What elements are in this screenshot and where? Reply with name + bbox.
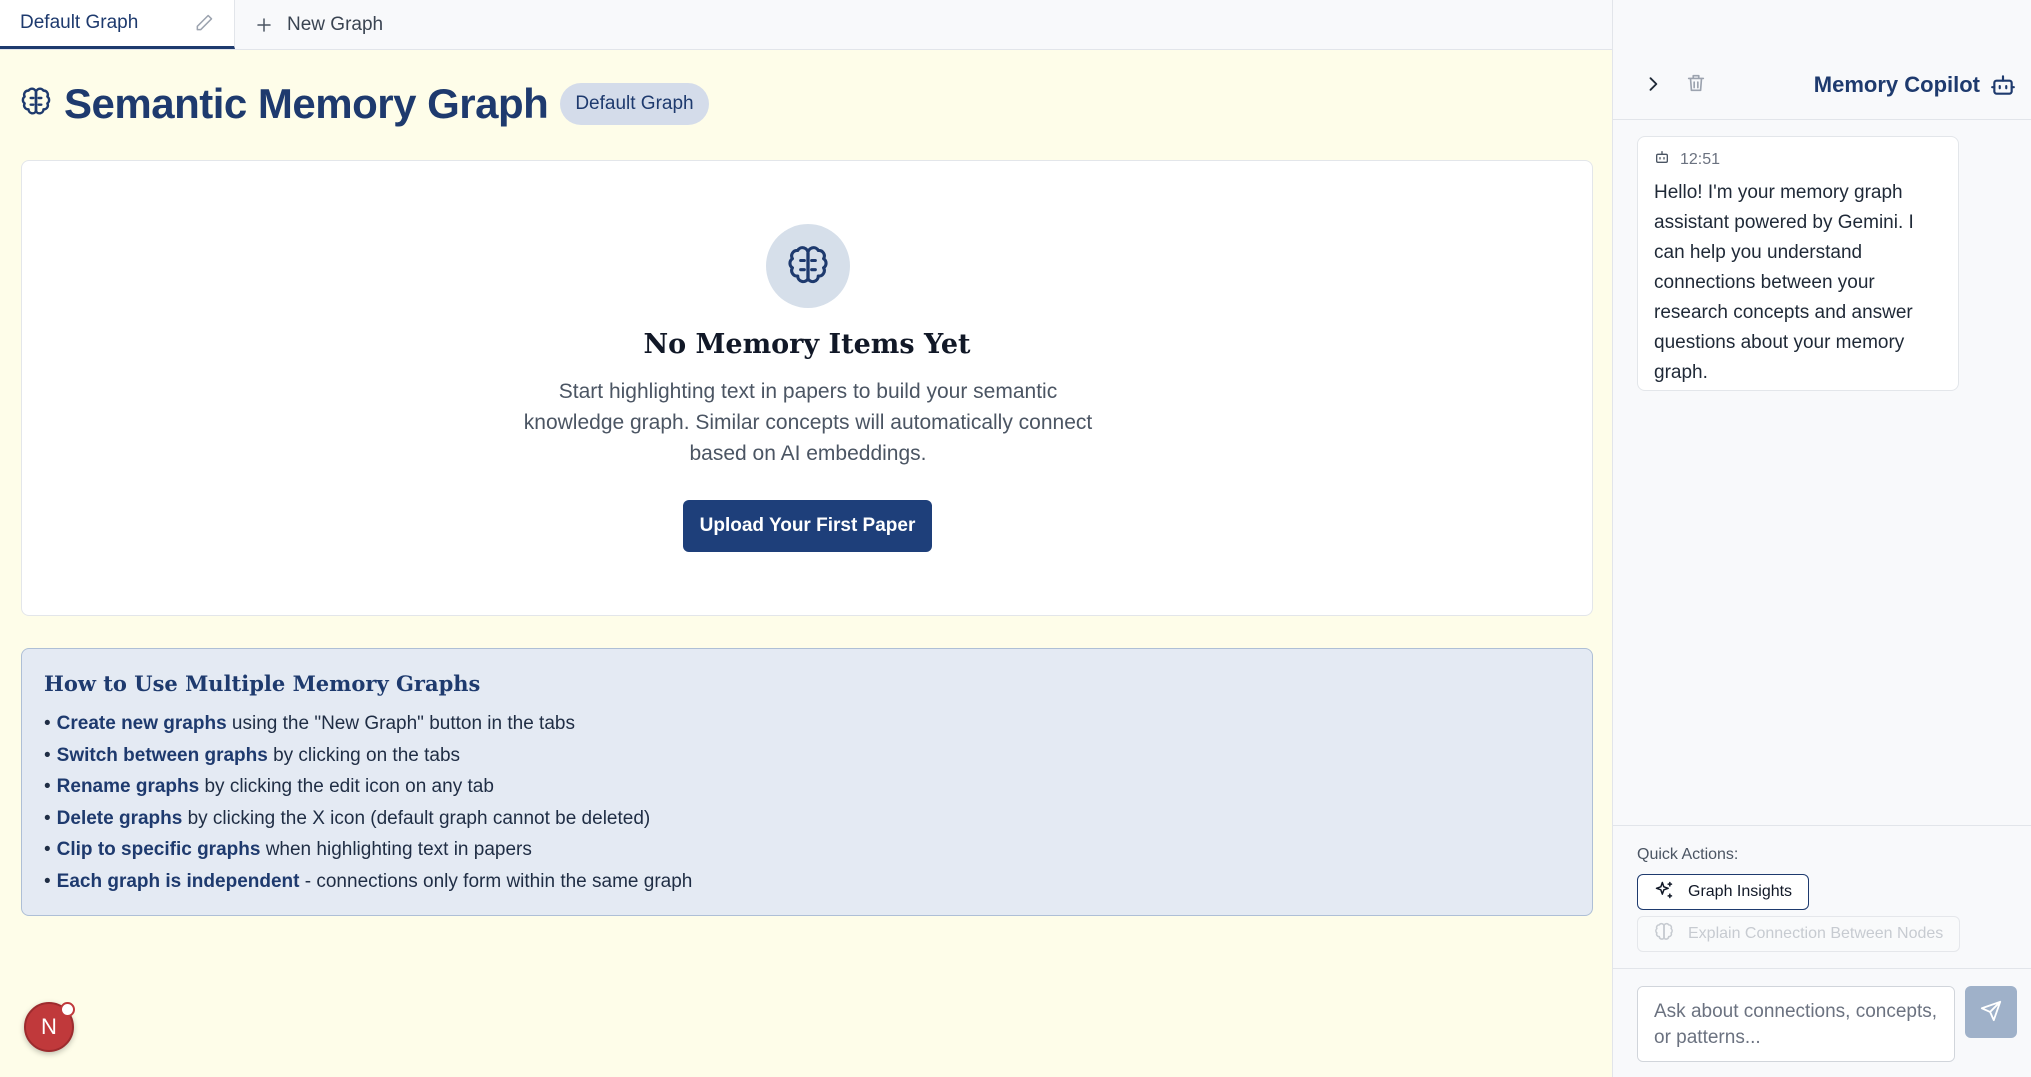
graph-insights-button[interactable]: Graph Insights xyxy=(1637,874,1810,910)
empty-state-description: Start highlighting text in papers to bui… xyxy=(523,380,1093,465)
graph-insights-label: Graph Insights xyxy=(1688,883,1793,900)
list-item: • Create new graphs using the "New Graph"… xyxy=(44,713,575,734)
sparkles-icon xyxy=(1654,880,1674,905)
avatar-initial: N xyxy=(41,1014,57,1039)
copilot-title: Memory Copilot xyxy=(1813,72,1980,97)
plus-icon xyxy=(255,16,273,34)
brain-icon xyxy=(766,224,850,308)
tab-default-graph[interactable]: Default Graph xyxy=(0,0,235,49)
list-item: • Delete graphs by clicking the X icon (d… xyxy=(44,807,651,829)
assistant-message: 12:51 Hello! I'm your memory graph assis… xyxy=(1637,136,1959,391)
copilot-panel: Memory Copilot 12:51 Hello! I'm your mem… xyxy=(1612,0,2031,1077)
bot-icon xyxy=(1654,149,1670,170)
tab-label: Default Graph xyxy=(20,12,139,33)
message-time: 12:51 xyxy=(1680,150,1721,168)
explain-connection-button[interactable]: Explain Connection Between Nodes xyxy=(1637,916,1961,952)
list-item: • Rename graphs by clicking the edit icon… xyxy=(44,776,494,797)
message-meta: 12:51 xyxy=(1654,149,1942,170)
empty-state-card: No Memory Items Yet Start highlighting t… xyxy=(21,160,1593,616)
howto-title: How to Use Multiple Memory Graphs xyxy=(44,671,481,696)
send-icon xyxy=(1980,1000,2002,1025)
list-item: • Each graph is independent - connections… xyxy=(44,870,693,892)
list-item: • Clip to specific graphs when highlighti… xyxy=(44,839,532,860)
upload-first-paper-button[interactable]: Upload Your First Paper xyxy=(683,500,932,552)
notification-dot xyxy=(60,1002,75,1017)
explain-connection-label: Explain Connection Between Nodes xyxy=(1688,925,1944,942)
howto-list: • Create new graphs using the "New Graph"… xyxy=(44,708,1570,897)
chevron-right-icon[interactable] xyxy=(1643,74,1663,99)
pencil-icon[interactable] xyxy=(194,13,214,33)
copilot-header: Memory Copilot xyxy=(1613,0,2031,120)
new-graph-label: New Graph xyxy=(287,13,384,35)
send-button[interactable] xyxy=(1965,986,2017,1038)
chat-input-area xyxy=(1613,968,2031,1077)
howto-panel: How to Use Multiple Memory Graphs • Creat… xyxy=(21,648,1593,916)
quick-actions-label: Quick Actions: xyxy=(1637,846,1739,863)
brain-icon xyxy=(20,86,52,123)
empty-state-title: No Memory Items Yet xyxy=(643,329,971,360)
message-text: Hello! I'm your memory graph assistant p… xyxy=(1654,182,1914,383)
graph-badge: Default Graph xyxy=(560,83,709,125)
page-title: Semantic Memory Graph xyxy=(64,80,549,127)
page-header: Semantic Memory Graph Default Graph xyxy=(20,80,709,128)
brain-icon xyxy=(1654,922,1674,947)
list-item: • Switch between graphs by clicking on th… xyxy=(44,744,461,766)
new-graph-button[interactable]: New Graph xyxy=(235,0,403,49)
avatar[interactable]: N xyxy=(24,1002,75,1052)
bot-icon xyxy=(1990,72,2016,103)
trash-icon[interactable] xyxy=(1685,72,1707,99)
chat-input[interactable] xyxy=(1637,986,1955,1062)
tab-bar: Default Graph New Graph xyxy=(0,0,1612,50)
quick-actions: Quick Actions: Graph Insights Explain Co… xyxy=(1613,825,2031,968)
main-content: Semantic Memory Graph Default Graph No M… xyxy=(0,50,1612,1077)
